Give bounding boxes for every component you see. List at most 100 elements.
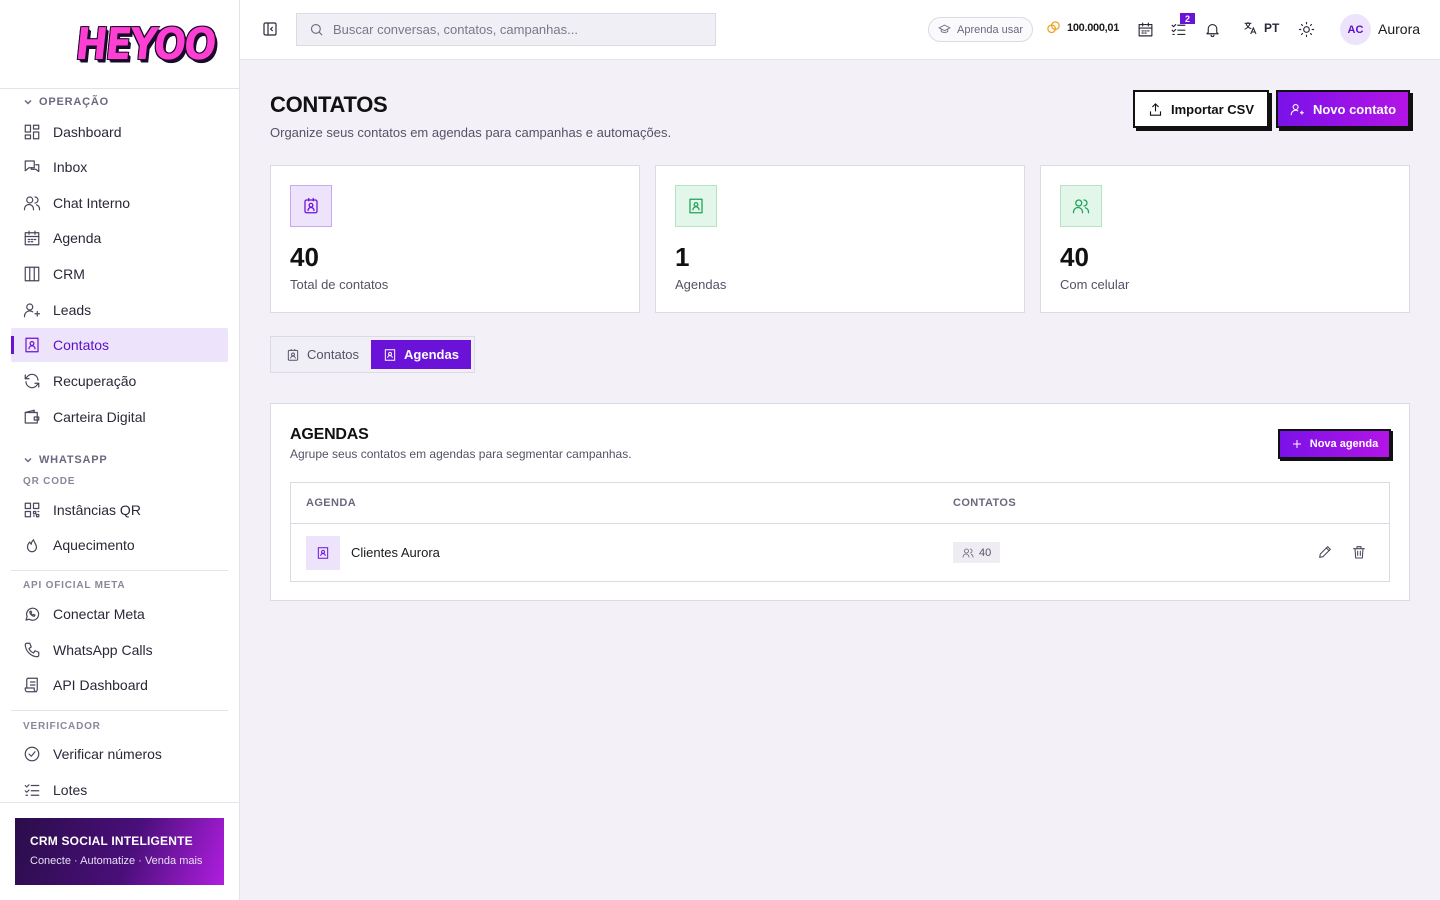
learn-label: Aprenda usar bbox=[957, 23, 1024, 36]
column-header-agenda[interactable]: AGENDA bbox=[306, 497, 356, 509]
scroll-icon bbox=[24, 677, 38, 693]
sidebar-item-dashboard[interactable]: Dashboard bbox=[11, 115, 228, 149]
phone-icon bbox=[24, 642, 40, 658]
sidebar-item-chat-interno[interactable]: Chat Interno bbox=[11, 186, 228, 220]
whatsapp-icon bbox=[25, 607, 40, 621]
group-operacao[interactable]: OPERAÇÃO bbox=[23, 96, 109, 108]
coins-icon bbox=[1047, 21, 1060, 34]
column-header-contatos[interactable]: CONTATOS bbox=[953, 497, 1016, 509]
subhead-verificador: VERIFICADOR bbox=[23, 721, 101, 732]
sidebar-item-recuperacao[interactable]: Recuperação bbox=[11, 364, 228, 398]
contacts-count-badge: 40 bbox=[953, 542, 1001, 563]
sidebar-item-aquecimento[interactable]: Aquecimento bbox=[11, 528, 228, 562]
tab-label: Agendas bbox=[404, 347, 459, 362]
stat-value: 1 bbox=[675, 242, 690, 272]
credits-balance[interactable]: 100.000,01 bbox=[1046, 20, 1119, 35]
group-operacao-label: OPERAÇÃO bbox=[39, 96, 109, 108]
new-agenda-button[interactable]: Nova agenda bbox=[1278, 429, 1391, 459]
new-contact-button[interactable]: Novo contato bbox=[1276, 90, 1410, 128]
agendas-panel: AGENDAS Agrupe seus contatos em agendas … bbox=[270, 403, 1410, 601]
sidebar-item-leads[interactable]: Leads bbox=[11, 293, 228, 327]
sidebar-item-contatos[interactable]: Contatos bbox=[11, 328, 228, 362]
sidebar-item-label: Recuperação bbox=[53, 373, 137, 389]
sidebar-item-label: WhatsApp Calls bbox=[53, 642, 153, 658]
divider bbox=[11, 710, 228, 711]
agendas-subtitle: Agrupe seus contatos em agendas para seg… bbox=[290, 447, 632, 461]
language-label: PT bbox=[1264, 21, 1280, 35]
sidebar-item-api-dashboard[interactable]: API Dashboard bbox=[11, 668, 228, 702]
calendar-icon[interactable] bbox=[1137, 21, 1154, 38]
sidebar-nav: OPERAÇÃO Dashboard Inbox Chat Interno Ag… bbox=[0, 90, 239, 802]
promo-title: CRM SOCIAL INTELIGENTE bbox=[30, 834, 193, 848]
table-row[interactable]: Clientes Aurora 40 bbox=[291, 524, 1389, 581]
stat-label: Com celular bbox=[1060, 277, 1130, 292]
import-csv-label: Importar CSV bbox=[1170, 101, 1255, 117]
sun-icon[interactable] bbox=[1298, 21, 1315, 38]
grid-icon bbox=[24, 124, 40, 140]
sidebar-item-verificar-numeros[interactable]: Verificar números bbox=[11, 737, 228, 771]
sidebar-item-label: Aquecimento bbox=[53, 537, 135, 553]
credits-value: 100.000,01 bbox=[1067, 21, 1120, 34]
stat-card-total-contatos: 40 Total de contatos bbox=[270, 165, 640, 313]
stat-value: 40 bbox=[290, 242, 319, 272]
stat-card-com-celular: 40 Com celular bbox=[1040, 165, 1410, 313]
users-icon bbox=[962, 548, 974, 557]
contact-badge-icon bbox=[287, 348, 299, 361]
divider bbox=[0, 802, 239, 803]
sidebar-item-label: Verificar números bbox=[53, 746, 162, 762]
calendar-icon bbox=[24, 230, 40, 246]
stat-icon-box bbox=[675, 185, 717, 227]
group-whatsapp-label: WHATSAPP bbox=[39, 454, 108, 466]
sidebar-item-label: Carteira Digital bbox=[53, 409, 146, 425]
sidebar-collapse-icon[interactable] bbox=[262, 21, 278, 37]
sidebar-item-label: Instâncias QR bbox=[53, 502, 141, 518]
refresh-icon bbox=[24, 373, 40, 389]
heyoo-logo[interactable]: HEYOO bbox=[73, 19, 217, 70]
import-csv-button[interactable]: Importar CSV bbox=[1133, 90, 1269, 128]
agenda-name[interactable]: Clientes Aurora bbox=[351, 545, 440, 560]
sidebar-item-carteira-digital[interactable]: Carteira Digital bbox=[11, 400, 228, 434]
subhead-qr-code: QR CODE bbox=[23, 476, 76, 487]
table-header: AGENDA CONTATOS bbox=[291, 483, 1389, 524]
users-icon bbox=[23, 196, 41, 211]
flame-icon bbox=[26, 539, 38, 553]
language-selector[interactable]: PT bbox=[1242, 20, 1279, 36]
agendas-table: AGENDA CONTATOS Clientes Aurora 40 bbox=[290, 482, 1390, 582]
promo-banner[interactable]: CRM SOCIAL INTELIGENTE Conecte · Automat… bbox=[15, 818, 224, 885]
sidebar-item-label: API Dashboard bbox=[53, 677, 148, 693]
sidebar-item-inbox[interactable]: Inbox bbox=[11, 150, 228, 184]
sidebar-item-label: Leads bbox=[53, 302, 92, 318]
sidebar-item-lotes[interactable]: Lotes bbox=[11, 773, 228, 802]
search-icon bbox=[310, 23, 323, 36]
tasks-badge: 2 bbox=[1180, 13, 1195, 24]
user-name[interactable]: Aurora bbox=[1378, 21, 1420, 37]
edit-pencil-icon[interactable] bbox=[1317, 544, 1333, 560]
sidebar-item-whatsapp-calls[interactable]: WhatsApp Calls bbox=[11, 633, 228, 667]
sidebar-item-crm[interactable]: CRM bbox=[11, 257, 228, 291]
stat-card-agendas: 1 Agendas bbox=[655, 165, 1025, 313]
sidebar: HEYOO OPERAÇÃO Dashboard Inbox Chat Inte… bbox=[0, 0, 240, 900]
sidebar-item-conectar-meta[interactable]: Conectar Meta bbox=[11, 597, 228, 631]
sidebar-item-agenda[interactable]: Agenda bbox=[11, 221, 228, 255]
search-input[interactable] bbox=[333, 22, 693, 37]
sidebar-item-instancias-qr[interactable]: Instâncias QR bbox=[11, 493, 228, 527]
tab-label: Contatos bbox=[307, 347, 360, 362]
bell-icon[interactable] bbox=[1204, 21, 1221, 38]
columns-icon bbox=[24, 266, 40, 282]
sidebar-item-label: Dashboard bbox=[53, 124, 122, 140]
stat-icon-box bbox=[1060, 185, 1102, 227]
contacts-count: 40 bbox=[979, 546, 992, 559]
stat-icon-box bbox=[290, 185, 332, 227]
contact-book-icon bbox=[25, 337, 39, 353]
group-whatsapp[interactable]: WHATSAPP bbox=[23, 454, 108, 466]
avatar[interactable]: AC bbox=[1340, 14, 1371, 45]
page-subtitle: Organize seus contatos em agendas para c… bbox=[270, 125, 672, 140]
tab-agendas[interactable]: Agendas bbox=[371, 340, 471, 369]
learn-button[interactable]: Aprenda usar bbox=[928, 17, 1034, 42]
chat-bubbles-icon bbox=[24, 160, 40, 173]
trash-icon[interactable] bbox=[1351, 544, 1367, 560]
search-bar[interactable] bbox=[296, 13, 716, 46]
tab-contatos[interactable]: Contatos bbox=[274, 340, 371, 369]
agenda-icon-box bbox=[306, 536, 340, 570]
divider bbox=[11, 570, 228, 571]
